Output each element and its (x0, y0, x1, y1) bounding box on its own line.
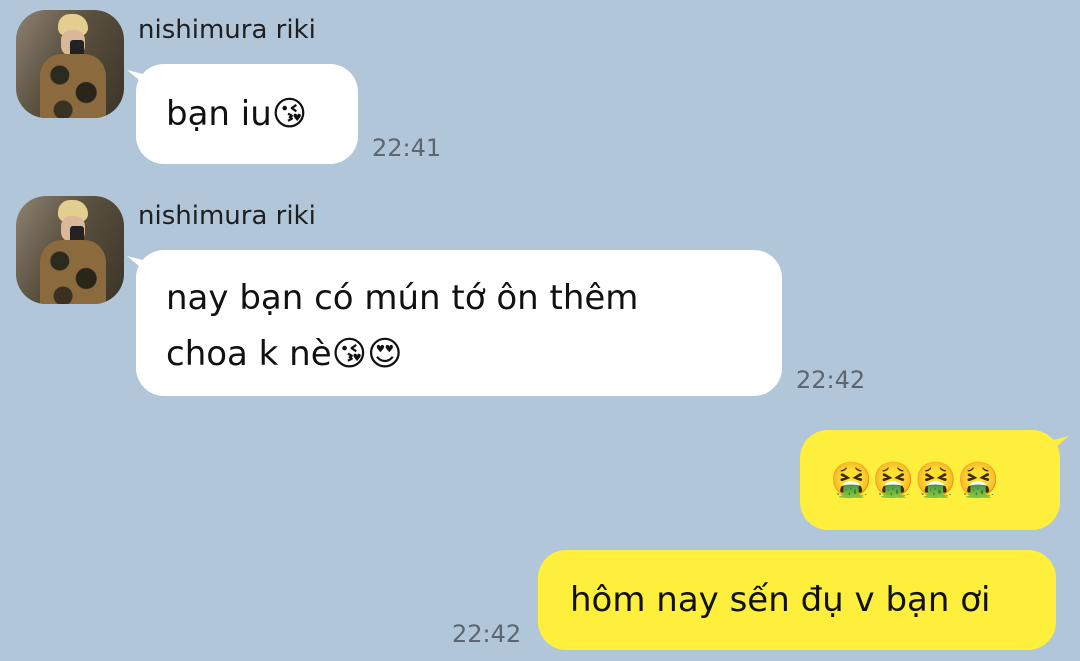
avatar[interactable] (16, 196, 124, 304)
avatar-shirt (40, 54, 106, 118)
sender-name: nishimura riki (138, 201, 316, 231)
message-time: 22:42 (796, 366, 866, 394)
message-bubble-outgoing[interactable]: hôm nay sến đụ v bạn ơi (538, 550, 1056, 650)
message-text: nay bạn có mún tớ ôn thêm choa k nè😘😍 (166, 278, 639, 374)
message-time: 22:41 (372, 134, 442, 162)
avatar[interactable] (16, 10, 124, 118)
message-bubble-incoming[interactable]: nay bạn có mún tớ ôn thêm choa k nè😘😍 (136, 250, 782, 396)
message-bubble-incoming[interactable]: bạn iu😘 (136, 64, 358, 164)
message-time: 22:42 (452, 620, 522, 648)
avatar-shirt (40, 240, 106, 304)
message-bubble-outgoing[interactable]: 🤮🤮🤮🤮 (800, 430, 1060, 530)
sender-name: nishimura riki (138, 15, 316, 45)
message-text: hôm nay sến đụ v bạn ơi (570, 580, 991, 620)
message-text: bạn iu😘 (166, 94, 308, 134)
message-text: 🤮🤮🤮🤮 (830, 460, 1000, 500)
